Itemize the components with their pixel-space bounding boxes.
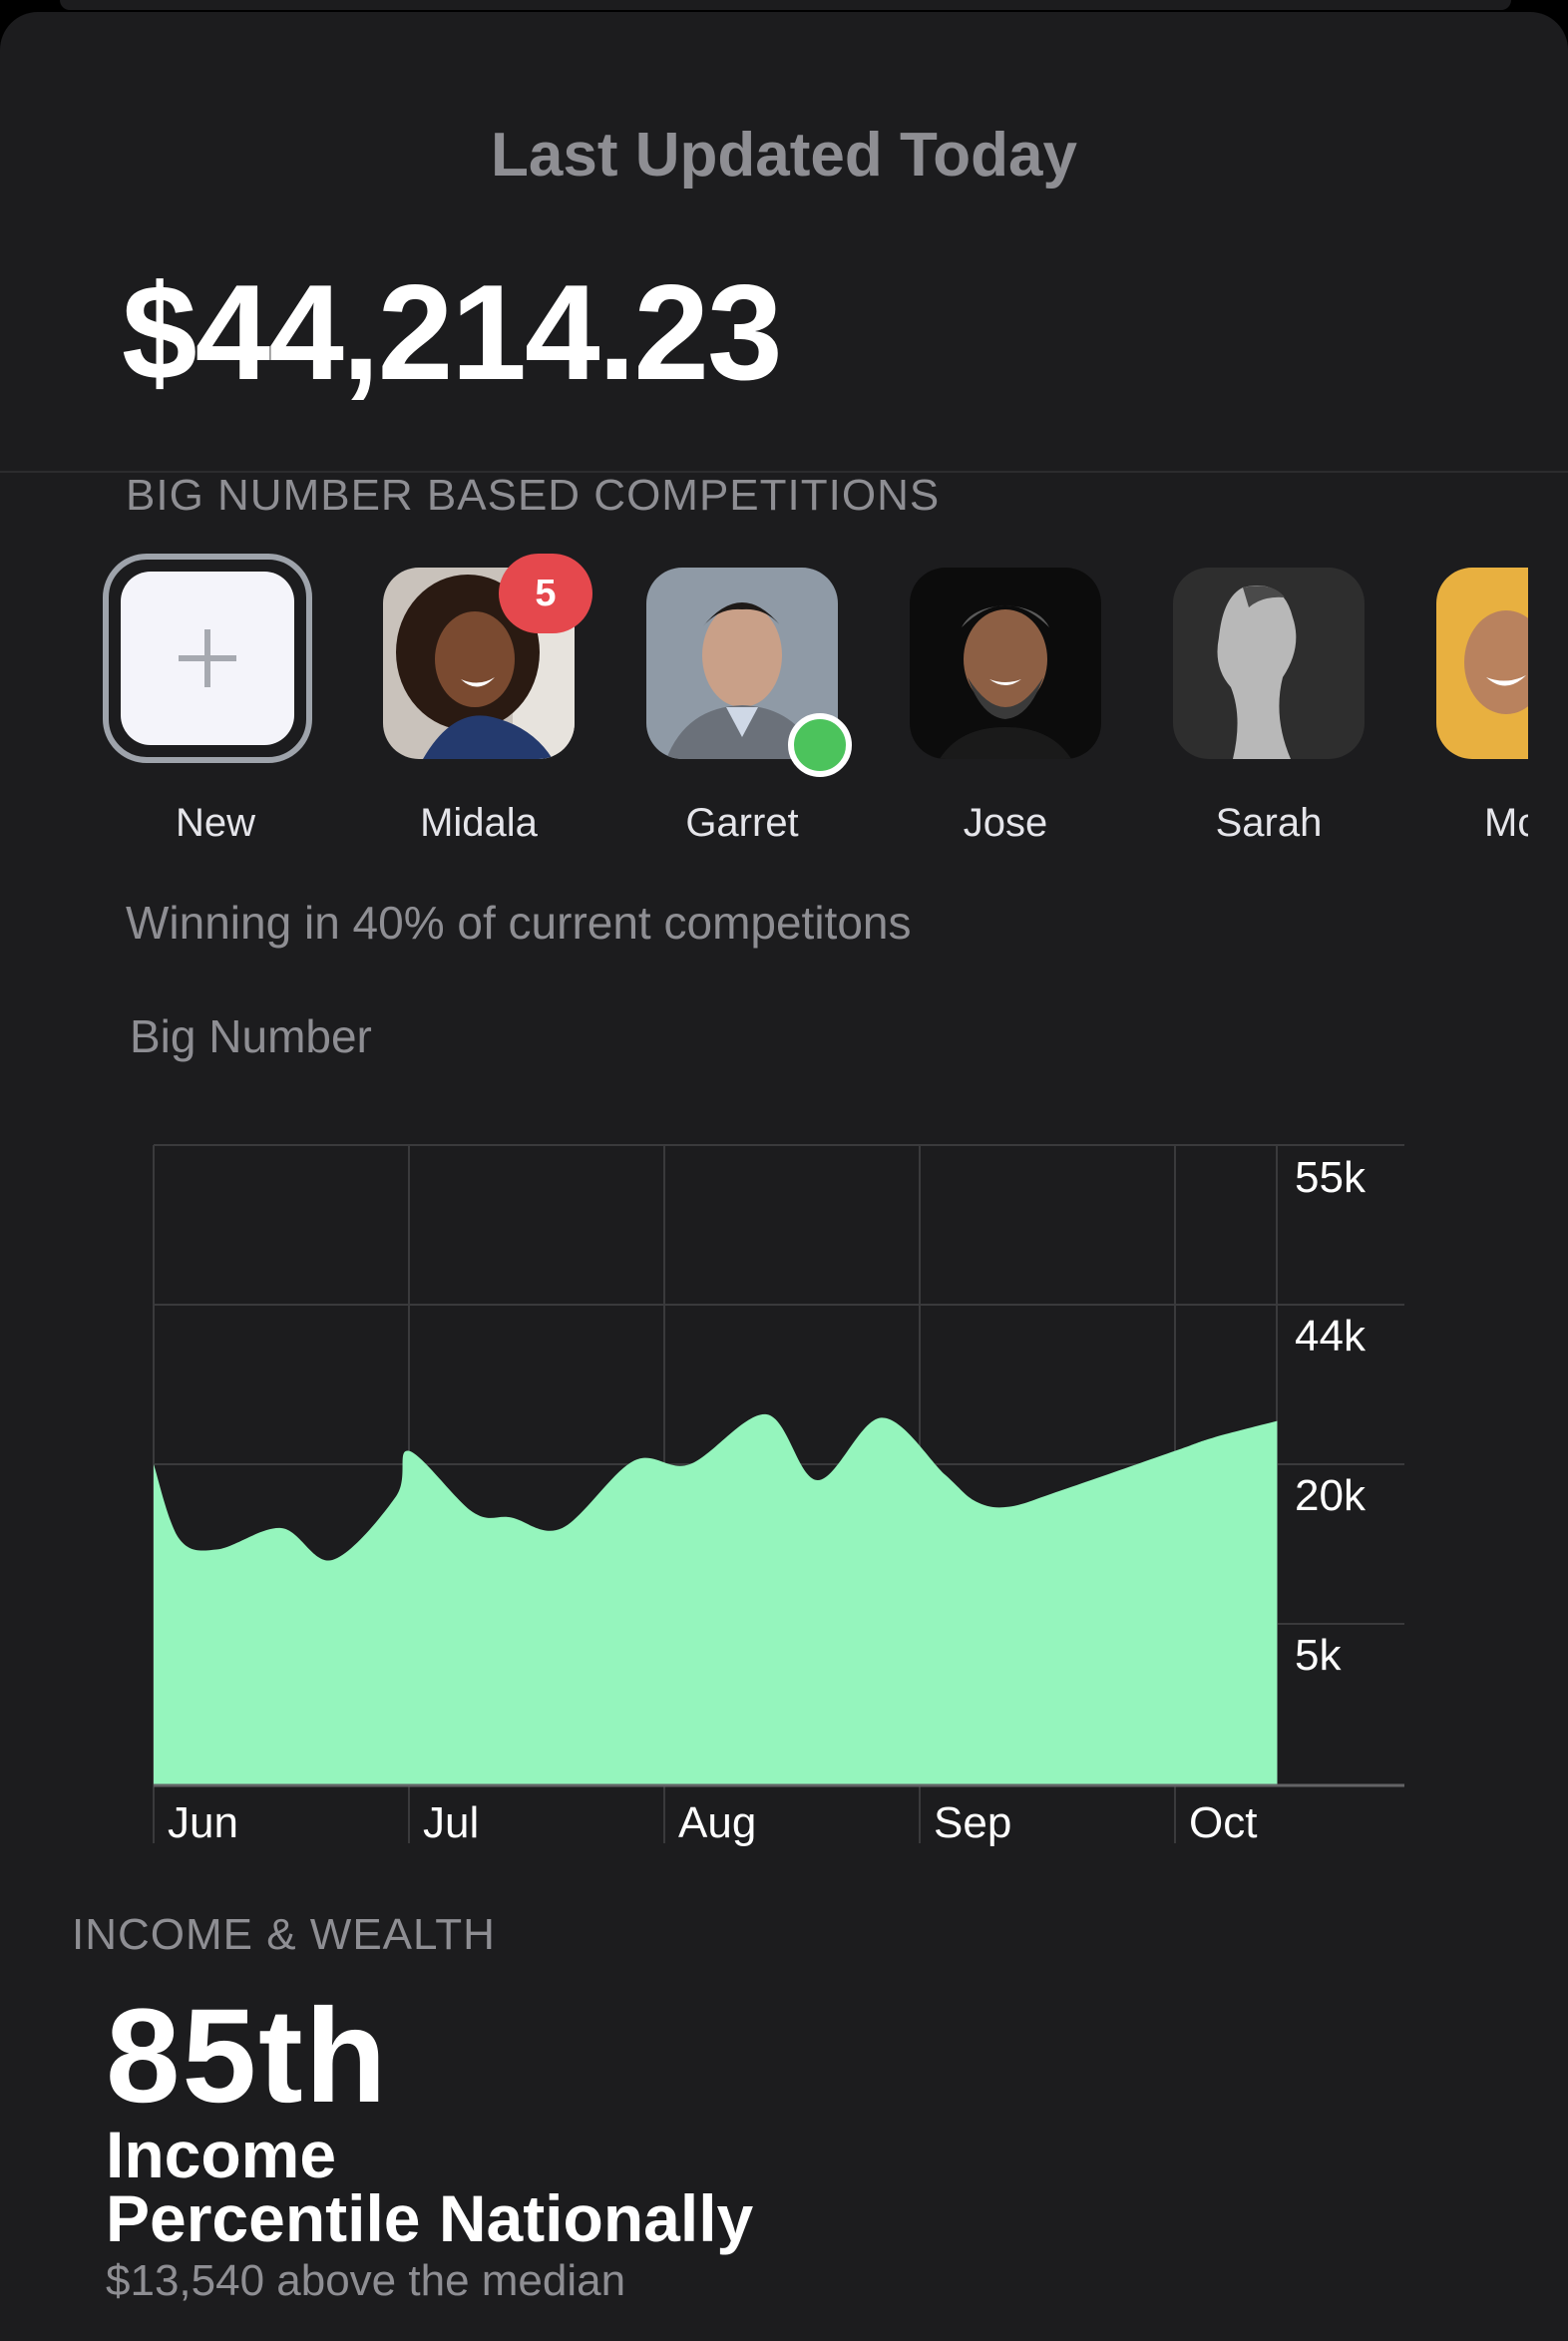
competitor-name: Garret <box>685 801 799 845</box>
notification-badge: 5 <box>499 554 592 633</box>
new-competition-label: New <box>175 801 256 845</box>
y-tick-label: 5k <box>1295 1631 1342 1680</box>
avatar-mc <box>1436 568 1528 759</box>
y-tick-label: 20k <box>1295 1471 1367 1520</box>
online-status-dot <box>788 713 852 777</box>
y-tick-label: 55k <box>1295 1153 1367 1202</box>
competitor-carousel[interactable]: New Midala Garret Jose Sarah Mc 5 <box>0 554 1528 863</box>
income-median-difference: $13,540 above the median <box>106 2256 626 2305</box>
big-number-area-chart: 55k 44k 20k 5k Jun Jul Aug Sep Oct <box>153 1144 1404 1847</box>
competitor-jose[interactable]: Jose <box>906 554 1105 853</box>
competitor-mc[interactable]: Mc <box>1432 554 1528 853</box>
previous-sheet-edge <box>60 0 1511 10</box>
competitor-name: Sarah <box>1215 801 1323 845</box>
avatar-sarah <box>1173 568 1365 759</box>
last-updated-status: Last Updated Today <box>491 121 1077 190</box>
competitor-garret[interactable]: Garret <box>642 554 842 853</box>
competitor-name: Jose <box>963 801 1048 845</box>
x-tick-label: Aug <box>678 1798 756 1847</box>
new-competition-tile[interactable] <box>103 554 312 763</box>
x-tick-label: Oct <box>1189 1798 1257 1847</box>
balance-amount: $44,214.23 <box>122 256 783 408</box>
x-tick-label: Jul <box>423 1798 479 1847</box>
competitor-name: Midala <box>420 801 538 845</box>
y-tick-label: 44k <box>1295 1312 1367 1361</box>
x-tick-label: Jun <box>168 1798 238 1847</box>
plus-icon <box>179 629 236 687</box>
winning-summary: Winning in 40% of current competitons <box>126 897 912 949</box>
income-section-label: INCOME & WEALTH <box>72 1910 496 1959</box>
competitor-name: Mc <box>1484 801 1528 845</box>
chart-title: Big Number <box>130 1010 372 1062</box>
competitions-section-label: BIG NUMBER BASED COMPETITIONS <box>126 471 941 520</box>
income-percentile-value: 85th <box>106 1982 389 2131</box>
new-competition-button[interactable]: New <box>103 554 315 853</box>
x-tick-label: Sep <box>934 1798 1011 1847</box>
area-series <box>154 1413 1278 1785</box>
avatar-jose <box>910 568 1101 759</box>
percentile-label: Percentile Nationally <box>106 2181 754 2255</box>
competitor-sarah[interactable]: Sarah <box>1169 554 1369 853</box>
